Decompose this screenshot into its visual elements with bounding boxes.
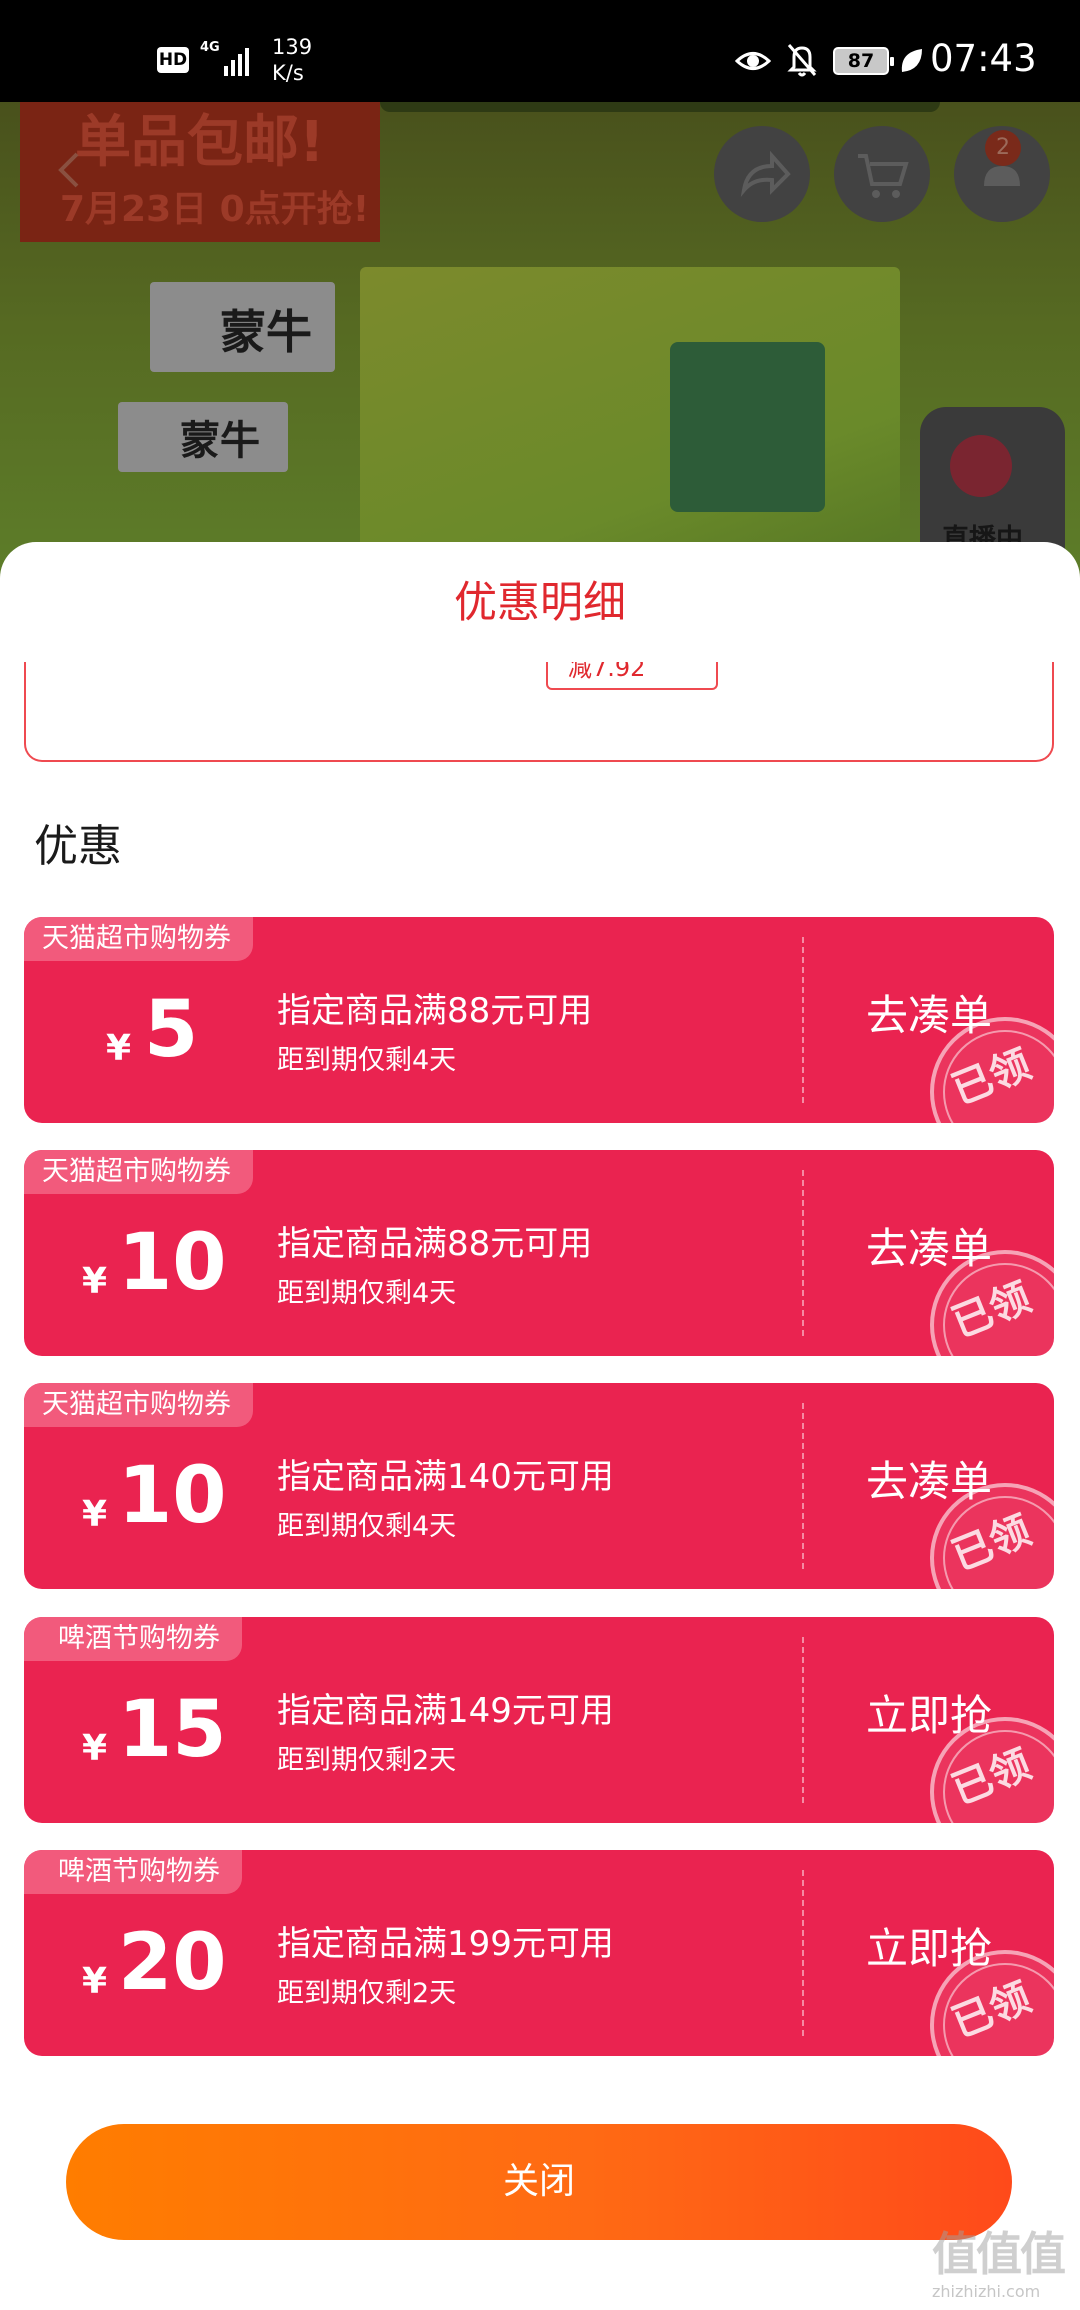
cart-badge: 2 bbox=[985, 130, 1021, 166]
coupon-card[interactable]: 啤酒节购物券 ¥ 20 指定商品满199元可用 距到期仅剩2天 立即抢 已领 bbox=[24, 1850, 1054, 2056]
share-icon bbox=[740, 150, 791, 197]
promo-line-1: 单品包邮! bbox=[75, 110, 325, 175]
coupon-divider bbox=[802, 1403, 804, 1569]
brand-logo: 蒙牛 bbox=[150, 282, 335, 372]
battery-icon: 87 bbox=[833, 47, 894, 75]
coupon-tag: 啤酒节购物券 bbox=[24, 1850, 242, 1894]
coupon-amount: 10 bbox=[118, 1451, 227, 1541]
cart-icon bbox=[858, 154, 909, 198]
close-button[interactable]: 关闭 bbox=[66, 2124, 1012, 2240]
coupon-condition: 指定商品满88元可用 bbox=[277, 991, 593, 1031]
product-info-panel bbox=[670, 342, 825, 512]
coupon-divider bbox=[802, 1870, 804, 2036]
coupon-divider bbox=[802, 1637, 804, 1803]
watermark-url: zhizhizhi.com bbox=[932, 2282, 1041, 2301]
live-icon bbox=[950, 435, 1012, 497]
coupon-card[interactable]: 天猫超市购物券 ¥ 10 指定商品满140元可用 距到期仅剩4天 去凑单 已领 bbox=[24, 1383, 1054, 1589]
coupon-currency: ¥ bbox=[82, 1961, 108, 2002]
coupon-amount: 20 bbox=[118, 1918, 227, 2008]
coupon-currency: ¥ bbox=[82, 1728, 108, 1769]
coupon-tag: 啤酒节购物券 bbox=[24, 1617, 242, 1661]
top-strip bbox=[380, 102, 940, 112]
coupon-divider bbox=[802, 937, 804, 1103]
network-speed: 139 K/s bbox=[272, 35, 313, 85]
brand-name: 蒙牛 bbox=[220, 305, 312, 359]
eye-icon bbox=[735, 52, 771, 70]
coupon-expiry: 距到期仅剩4天 bbox=[277, 1278, 457, 1309]
leaf-icon bbox=[901, 49, 922, 72]
product-image-background: 蒙牛 蒙牛 单品包邮! 7月23日 0点开抢! 2 直播中 bbox=[0, 102, 1080, 602]
coupon-amount: 5 bbox=[144, 985, 199, 1075]
watermark-logo: 值值值 bbox=[932, 2227, 1066, 2281]
coupon-expiry: 距到期仅剩4天 bbox=[277, 1511, 457, 1542]
network-type: 4G bbox=[200, 40, 220, 55]
watermark: 值值值 zhizhizhi.com bbox=[932, 2228, 1072, 2308]
coupon-divider bbox=[802, 1170, 804, 1336]
promo-line-2: 7月23日 0点开抢! bbox=[60, 189, 370, 230]
price-chip: 减7.92 bbox=[546, 662, 718, 690]
brand-logo-secondary: 蒙牛 bbox=[118, 402, 288, 472]
coupon-tag: 天猫超市购物券 bbox=[24, 1383, 253, 1427]
sheet-title: 优惠明细 bbox=[454, 578, 626, 628]
status-bar: HD 4G 139 K/s 87 07:43 bbox=[0, 0, 1080, 102]
coupon-expiry: 距到期仅剩2天 bbox=[277, 1745, 457, 1776]
coupon-condition: 指定商品满140元可用 bbox=[277, 1457, 614, 1497]
coupon-tag: 天猫超市购物券 bbox=[24, 917, 253, 961]
coupon-currency: ¥ bbox=[82, 1494, 108, 1535]
price-summary-box bbox=[24, 662, 1054, 762]
cart-button[interactable] bbox=[834, 126, 930, 222]
back-icon[interactable] bbox=[55, 150, 85, 190]
coupon-tag: 天猫超市购物券 bbox=[24, 1150, 253, 1194]
clock: 07:43 bbox=[930, 37, 1037, 80]
bell-off-icon bbox=[787, 44, 817, 77]
coupon-amount: 15 bbox=[118, 1685, 227, 1775]
signal-icon bbox=[224, 42, 254, 76]
coupon-card[interactable]: 天猫超市购物券 ¥ 5 指定商品满88元可用 距到期仅剩4天 去凑单 已领 bbox=[24, 917, 1054, 1123]
share-button[interactable] bbox=[714, 126, 810, 222]
coupon-condition: 指定商品满149元可用 bbox=[277, 1691, 614, 1731]
discount-detail-sheet: 优惠明细 减7.92 优惠 天猫超市购物券 ¥ 5 指定商品满88元可用 距到期… bbox=[0, 542, 1080, 2310]
price-chip-text: 减7.92 bbox=[568, 662, 646, 682]
coupon-card[interactable]: 天猫超市购物券 ¥ 10 指定商品满88元可用 距到期仅剩4天 去凑单 已领 bbox=[24, 1150, 1054, 1356]
coupon-currency: ¥ bbox=[82, 1261, 108, 1302]
hd-icon: HD bbox=[157, 47, 189, 73]
coupon-condition: 指定商品满199元可用 bbox=[277, 1924, 614, 1964]
coupon-card[interactable]: 啤酒节购物券 ¥ 15 指定商品满149元可用 距到期仅剩2天 立即抢 已领 bbox=[24, 1617, 1054, 1823]
section-label-discounts: 优惠 bbox=[34, 821, 122, 872]
coupon-condition: 指定商品满88元可用 bbox=[277, 1224, 593, 1264]
coupon-expiry: 距到期仅剩2天 bbox=[277, 1978, 457, 2009]
coupon-amount: 10 bbox=[118, 1218, 227, 1308]
coupon-expiry: 距到期仅剩4天 bbox=[277, 1045, 457, 1076]
brand-name-secondary: 蒙牛 bbox=[180, 418, 260, 464]
coupon-currency: ¥ bbox=[106, 1028, 132, 1069]
